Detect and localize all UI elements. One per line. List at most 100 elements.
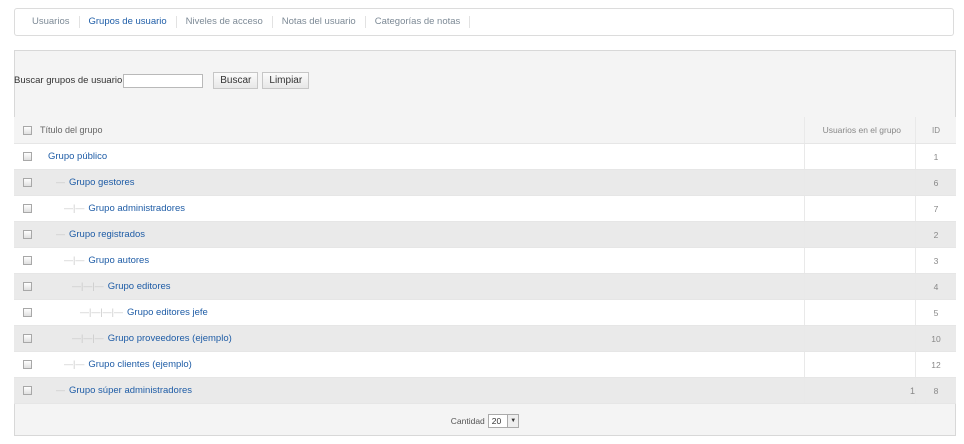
user-count-cell bbox=[804, 273, 916, 300]
header-user-count[interactable]: Usuarios en el grupo bbox=[804, 117, 916, 144]
group-title-cell: —|— Grupo autores bbox=[40, 247, 805, 274]
row-checkbox-cell bbox=[14, 273, 40, 300]
row-checkbox[interactable] bbox=[22, 360, 32, 370]
groups-table: Título del grupo Usuarios en el grupo ID… bbox=[14, 117, 956, 404]
group-title-link[interactable]: Grupo clientes (ejemplo) bbox=[88, 359, 192, 370]
tree-prefix: — bbox=[56, 229, 65, 239]
user-count-cell bbox=[804, 169, 916, 196]
tab-grupos-de-usuario[interactable]: Grupos de usuario bbox=[80, 16, 177, 28]
tab-niveles-de-acceso[interactable]: Niveles de acceso bbox=[177, 16, 273, 28]
row-checkbox-cell bbox=[14, 221, 40, 248]
tree-prefix: —|— bbox=[64, 203, 85, 213]
user-count-cell bbox=[804, 247, 916, 274]
group-id-cell: 4 bbox=[915, 273, 956, 300]
group-title-link[interactable]: Grupo proveedores (ejemplo) bbox=[108, 333, 232, 344]
group-title-cell: —|—|— Grupo proveedores (ejemplo) bbox=[40, 325, 805, 352]
table-row: — Grupo gestores 6 bbox=[14, 169, 956, 196]
row-checkbox[interactable] bbox=[22, 230, 32, 240]
group-id-cell: 3 bbox=[915, 247, 956, 274]
group-title-cell: Grupo público bbox=[40, 143, 805, 170]
row-checkbox[interactable] bbox=[22, 334, 32, 344]
table-row: — Grupo registrados 2 bbox=[14, 221, 956, 248]
submenu-tabs: Usuarios Grupos de usuario Niveles de ac… bbox=[14, 8, 954, 36]
clear-button[interactable]: Limpiar bbox=[262, 72, 310, 89]
row-checkbox-cell bbox=[14, 195, 40, 222]
select-all-checkbox[interactable] bbox=[22, 126, 32, 136]
search-label: Buscar grupos de usuario bbox=[14, 75, 123, 86]
pagination-footer: Cantidad 20 ▼ bbox=[14, 409, 956, 433]
row-checkbox-cell bbox=[14, 247, 40, 274]
limit-label: Cantidad bbox=[450, 416, 485, 426]
group-id-cell: 10 bbox=[915, 325, 956, 352]
tree-prefix: —|—|— bbox=[72, 333, 104, 343]
user-count-cell bbox=[804, 195, 916, 222]
row-checkbox[interactable] bbox=[22, 256, 32, 266]
group-id-cell: 8 bbox=[915, 377, 956, 404]
group-title-link[interactable]: Grupo editores jefe bbox=[127, 307, 208, 318]
header-title[interactable]: Título del grupo bbox=[40, 117, 805, 144]
group-title-link[interactable]: Grupo editores bbox=[108, 281, 171, 292]
row-checkbox-cell bbox=[14, 351, 40, 378]
user-count-cell bbox=[804, 143, 916, 170]
group-title-link[interactable]: Grupo administradores bbox=[88, 203, 185, 214]
table-row: —|—|— Grupo proveedores (ejemplo) 10 bbox=[14, 325, 956, 352]
row-checkbox[interactable] bbox=[22, 152, 32, 162]
table-row: —|— Grupo administradores 7 bbox=[14, 195, 956, 222]
group-title-link[interactable]: Grupo autores bbox=[88, 255, 149, 266]
group-id-cell: 6 bbox=[915, 169, 956, 196]
group-title-cell: —|—|—|— Grupo editores jefe bbox=[40, 299, 805, 326]
group-title-cell: —|—|— Grupo editores bbox=[40, 273, 805, 300]
table-row: —|— Grupo autores 3 bbox=[14, 247, 956, 274]
tab-categorias-de-notas[interactable]: Categorías de notas bbox=[366, 16, 471, 28]
row-checkbox[interactable] bbox=[22, 204, 32, 214]
limit-select[interactable]: 20 ▼ bbox=[487, 414, 520, 428]
row-checkbox[interactable] bbox=[22, 308, 32, 318]
tree-prefix: —|—|— bbox=[72, 281, 104, 291]
table-row: —|—|—|— Grupo editores jefe 5 bbox=[14, 299, 956, 326]
tree-prefix: —|— bbox=[64, 359, 85, 369]
row-checkbox[interactable] bbox=[22, 178, 32, 188]
group-title-cell: —|— Grupo clientes (ejemplo) bbox=[40, 351, 805, 378]
row-checkbox[interactable] bbox=[22, 386, 32, 396]
group-id-cell: 5 bbox=[915, 299, 956, 326]
limit-value: 20 bbox=[491, 416, 502, 426]
table-body: Grupo público 1— Grupo gestores 6 —|— Grupo a… bbox=[14, 143, 956, 404]
search-input[interactable] bbox=[123, 73, 204, 88]
row-checkbox[interactable] bbox=[22, 282, 32, 292]
group-title-cell: — Grupo gestores bbox=[40, 169, 805, 196]
tab-notas-del-usuario[interactable]: Notas del usuario bbox=[273, 16, 366, 28]
group-id-cell: 7 bbox=[915, 195, 956, 222]
row-checkbox-cell bbox=[14, 169, 40, 196]
group-title-cell: — Grupo registrados bbox=[40, 221, 805, 248]
table-row: Grupo público 1 bbox=[14, 143, 956, 170]
user-count-cell bbox=[804, 325, 916, 352]
header-id[interactable]: ID bbox=[915, 117, 956, 144]
user-count-cell: 1 bbox=[804, 377, 916, 404]
group-title-link[interactable]: Grupo gestores bbox=[69, 177, 134, 188]
group-title-link[interactable]: Grupo público bbox=[48, 151, 107, 162]
chevron-down-icon[interactable]: ▼ bbox=[507, 415, 519, 427]
row-checkbox-cell bbox=[14, 143, 40, 170]
group-title-link[interactable]: Grupo registrados bbox=[69, 229, 145, 240]
user-count-cell bbox=[804, 221, 916, 248]
row-checkbox-cell bbox=[14, 299, 40, 326]
group-id-cell: 1 bbox=[915, 143, 956, 170]
search-bar: Buscar grupos de usuario Buscar Limpiar bbox=[14, 72, 310, 89]
row-checkbox-cell bbox=[14, 377, 40, 404]
group-title-link[interactable]: Grupo súper administradores bbox=[69, 385, 192, 396]
tree-prefix: —|— bbox=[64, 255, 85, 265]
user-count-cell bbox=[804, 299, 916, 326]
row-checkbox-cell bbox=[14, 325, 40, 352]
tab-usuarios[interactable]: Usuarios bbox=[23, 16, 80, 28]
tree-prefix: — bbox=[56, 177, 65, 187]
search-button[interactable]: Buscar bbox=[213, 72, 259, 89]
table-header-row: Título del grupo Usuarios en el grupo ID bbox=[14, 117, 956, 144]
table-row: — Grupo súper administradores 1 8 bbox=[14, 377, 956, 404]
user-count-cell bbox=[804, 351, 916, 378]
table-row: —|— Grupo clientes (ejemplo) 12 bbox=[14, 351, 956, 378]
tree-prefix: —|—|—|— bbox=[80, 307, 124, 317]
group-id-cell: 12 bbox=[915, 351, 956, 378]
group-title-cell: — Grupo súper administradores bbox=[40, 377, 805, 404]
header-checkbox-cell bbox=[14, 117, 40, 144]
table-row: —|—|— Grupo editores 4 bbox=[14, 273, 956, 300]
